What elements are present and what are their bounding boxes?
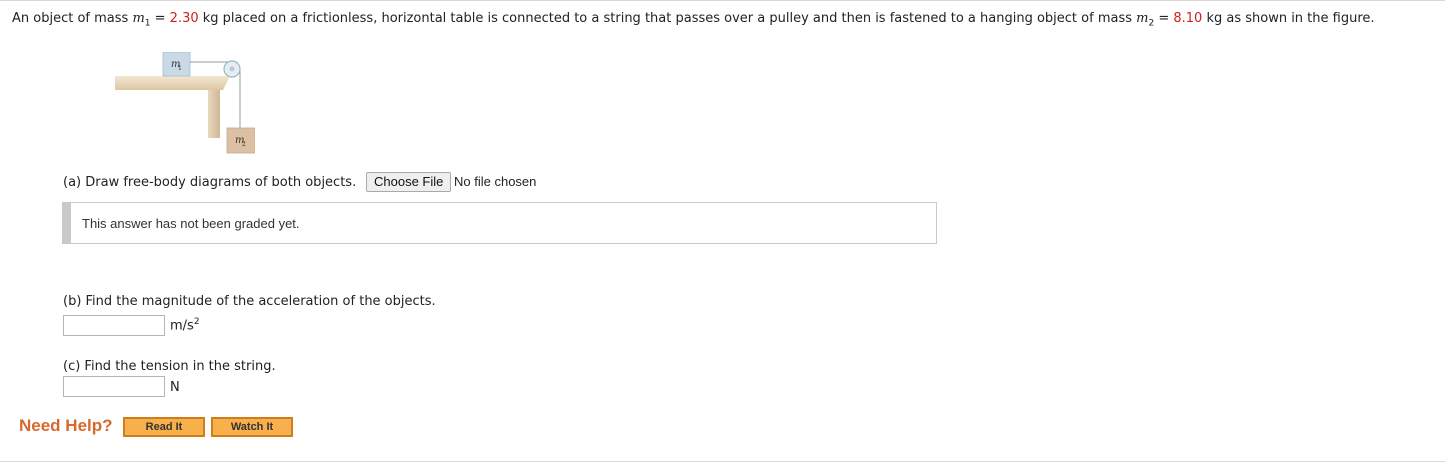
bottom-divider [0, 461, 1445, 462]
problem-text-3: kg placed on a frictionless, horizontal … [198, 11, 1137, 26]
mass-2-block: m 2 [226, 127, 255, 154]
problem-text-1: An object of mass [12, 11, 133, 26]
mass-1-block: m 1 [162, 52, 191, 77]
pulley [223, 60, 241, 78]
m1-value: 2.30 [169, 11, 199, 26]
grade-status-box: This answer has not been graded yet. [62, 202, 937, 244]
read-it-button[interactable]: Read It [123, 417, 205, 437]
problem-text-5: kg as shown in the figure. [1202, 11, 1375, 26]
part-a-prompt: (a) Draw free-body diagrams of both obje… [63, 175, 357, 190]
m2-symbol: m [1136, 11, 1149, 26]
tension-unit: N [170, 380, 180, 395]
m2-figure-subscript: 2 [242, 141, 246, 148]
problem-text-4: = [1154, 11, 1174, 26]
acceleration-answer-input[interactable] [63, 315, 165, 336]
table [115, 76, 230, 138]
pulley-figure: m 1 m 2 [115, 52, 255, 154]
watch-it-button[interactable]: Watch It [211, 417, 293, 437]
grade-status-bar [63, 203, 71, 243]
m1-figure-subscript: 1 [178, 65, 182, 72]
top-divider [0, 0, 1445, 1]
m1-symbol: m [132, 11, 145, 26]
acceleration-unit-base: m/s [170, 318, 194, 334]
acceleration-unit: m/s2 [170, 317, 200, 333]
grade-status-text: This answer has not been graded yet. [82, 216, 300, 231]
m2-value: 8.10 [1173, 11, 1203, 26]
part-c-prompt: (c) Find the tension in the string. [63, 359, 276, 374]
file-status: No file chosen [454, 174, 537, 189]
tension-answer-input[interactable] [63, 376, 165, 397]
problem-statement: An object of mass m1 = 2.30 kg placed on… [12, 11, 1375, 29]
part-b-prompt: (b) Find the magnitude of the accelerati… [63, 294, 436, 309]
choose-file-button[interactable]: Choose File [366, 172, 452, 192]
acceleration-unit-exponent: 2 [193, 317, 200, 327]
need-help-label: Need Help? [19, 416, 113, 435]
problem-text-2: = [150, 11, 170, 26]
